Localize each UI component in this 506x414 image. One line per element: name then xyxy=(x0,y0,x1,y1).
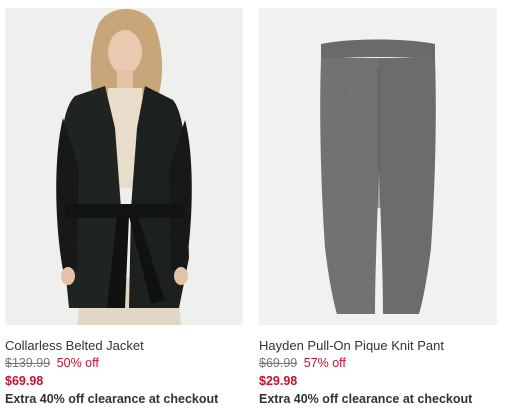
product-image-pants[interactable] xyxy=(259,8,497,325)
product-grid: Collarless Belted Jacket $139.99 50% off… xyxy=(0,0,506,414)
price-line: $139.99 50% off xyxy=(5,355,243,372)
product-image-jacket[interactable] xyxy=(5,8,243,325)
promo-text: Extra 40% off clearance at checkout xyxy=(5,392,219,406)
product-card[interactable]: Collarless Belted Jacket $139.99 50% off… xyxy=(5,8,243,408)
sale-price: $29.98 xyxy=(259,374,298,388)
product-name[interactable]: Hayden Pull-On Pique Knit Pant xyxy=(259,337,497,354)
sale-price: $69.98 xyxy=(5,374,44,388)
percent-off: 57% off xyxy=(303,356,346,370)
pants-photo xyxy=(259,8,497,325)
original-price: $69.99 xyxy=(259,356,298,370)
percent-off: 50% off xyxy=(56,356,99,370)
original-price: $139.99 xyxy=(5,356,51,370)
product-info: Collarless Belted Jacket $139.99 50% off… xyxy=(5,325,243,408)
jacket-photo xyxy=(5,8,243,325)
product-card[interactable]: Hayden Pull-On Pique Knit Pant $69.99 57… xyxy=(259,8,497,408)
product-info: Hayden Pull-On Pique Knit Pant $69.99 57… xyxy=(259,325,497,408)
price-line: $69.99 57% off xyxy=(259,355,497,372)
product-name[interactable]: Collarless Belted Jacket xyxy=(5,337,243,354)
promo-text: Extra 40% off clearance at checkout xyxy=(259,392,473,406)
